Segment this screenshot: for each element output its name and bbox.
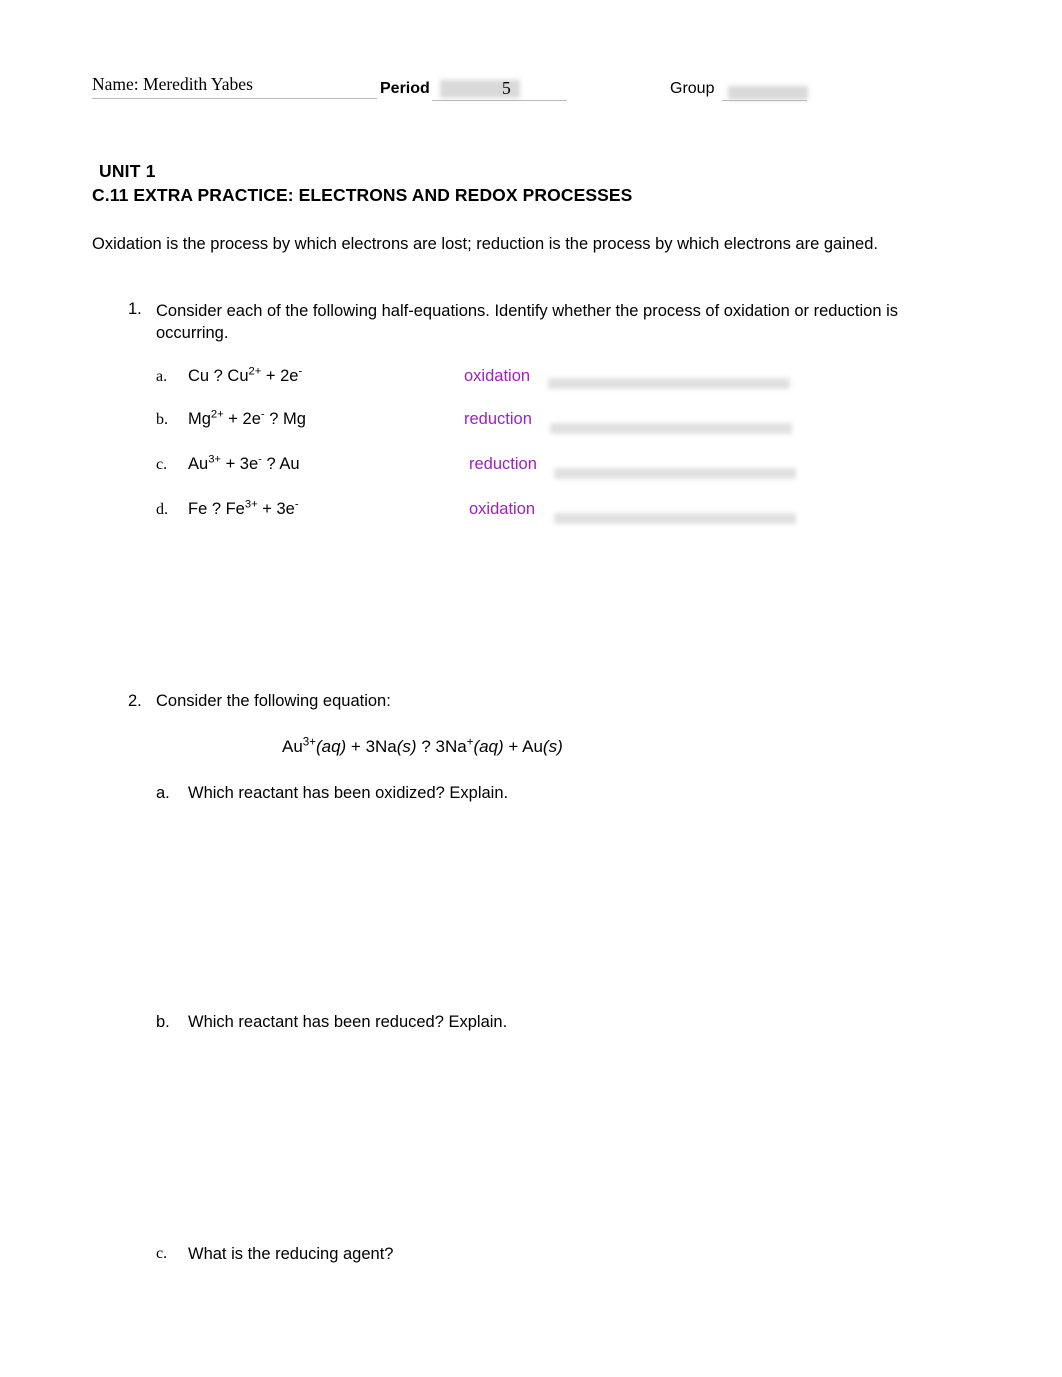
unit-title: UNIT 1 [99,161,156,181]
answer-a: oxidation [464,367,531,385]
answer-b: reduction [464,410,532,428]
period-label: Period [380,80,430,97]
group-redaction-block [728,86,808,100]
item-text: What is the reducing agent? [188,1245,394,1263]
question-2-equation: Au3+(aq) + 3Na(s) ? 3Na+(aq) + Au(s) [282,736,563,756]
group-label: Group [670,80,715,97]
question-2-text: Consider the following equation: [156,692,391,710]
half-equation-a: a. Cu ? Cu2+ + 2e- oxidation [156,365,916,395]
answer-blur-line-d [554,513,796,524]
item-letter: c. [156,1245,168,1262]
half-equation-text: Au3+ + 3e- ? Au [188,453,300,473]
item-letter: d. [156,501,168,518]
item-text: Which reactant has been oxidized? Explai… [188,784,509,802]
half-equation-text: Cu ? Cu2+ + 2e- [188,365,303,385]
question-1-number: 1. [128,300,142,318]
header: Name: Meredith Yabes Period 5 Group [92,72,970,108]
question-2-number: 2. [128,692,142,710]
period-value: 5 [502,78,511,98]
half-equation-text: Mg2+ + 2e- ? Mg [188,408,306,428]
item-letter: a. [156,368,168,385]
item-letter: c. [156,456,168,473]
group-rule-line [722,100,807,101]
period-rule-line [432,100,567,101]
name-rule-line [92,98,377,99]
worksheet-page: Name: Meredith Yabes Period 5 Group UNIT… [0,0,1062,1377]
intro-paragraph: Oxidation is the process by which electr… [92,235,878,253]
answer-blur-line-c [554,468,796,479]
answer-d: oxidation [469,500,536,518]
answer-blur-line-a [548,378,790,389]
item-letter: b. [156,1013,170,1031]
student-name: Name: Meredith Yabes [92,74,253,94]
question-1-text: Consider each of the following half-equa… [156,302,899,342]
half-equation-b: b. Mg2+ + 2e- ? Mg reduction [156,408,916,438]
answer-c: reduction [469,455,537,473]
half-equation-d: d. Fe ? Fe3+ + 3e- oxidation [156,498,916,528]
half-equation-c: c. Au3+ + 3e- ? Au reduction [156,453,916,483]
half-equation-text: Fe ? Fe3+ + 3e- [188,498,299,518]
answer-blur-line-b [550,423,792,434]
worksheet-title: C.11 EXTRA PRACTICE: ELECTRONS AND REDOX… [92,185,633,205]
item-text: Which reactant has been reduced? Explain… [188,1013,508,1031]
item-letter: b. [156,411,168,428]
item-letter: a. [156,784,170,802]
